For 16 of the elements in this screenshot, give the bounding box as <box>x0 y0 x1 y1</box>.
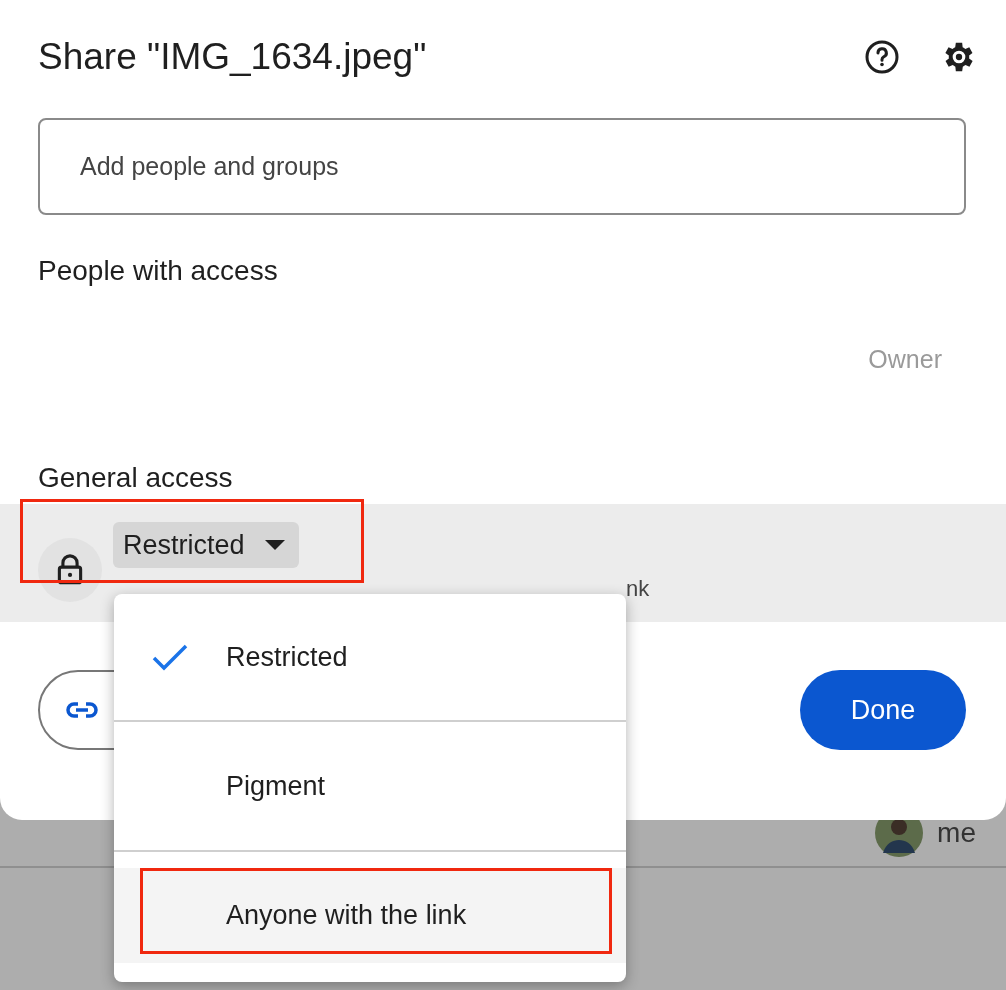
access-description: nk <box>626 576 650 602</box>
help-icon[interactable] <box>864 39 900 75</box>
menu-item[interactable]: Restricted <box>114 594 626 722</box>
section-heading: People with access <box>38 255 279 287</box>
add-people-field[interactable]: Add people and groups <box>38 118 966 215</box>
caret-icon <box>264 540 285 550</box>
section-heading: General access <box>38 462 234 494</box>
done-button[interactable]: Done <box>800 670 966 750</box>
check-icon <box>152 643 188 671</box>
menu-item[interactable]: Pigment <box>114 722 626 852</box>
dialog-title: Share "IMG_1634.jpeg" <box>38 36 428 78</box>
menu-item[interactable]: Anyone with the link <box>114 868 626 963</box>
owner-role: Owner <box>868 345 942 374</box>
access-dropdown[interactable]: Restricted <box>113 522 299 568</box>
user-name: me <box>937 817 976 849</box>
link-icon <box>66 701 98 719</box>
